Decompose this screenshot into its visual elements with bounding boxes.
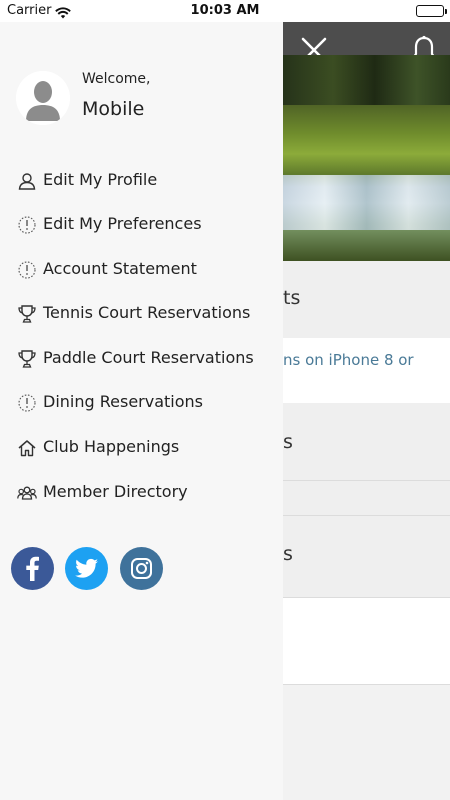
menu-item-club-happenings[interactable]: Club Happenings (0, 430, 283, 466)
person-silhouette-icon (16, 71, 70, 125)
row-text: ts (283, 287, 301, 309)
row-text: s (283, 431, 293, 453)
person-icon (17, 171, 37, 191)
menu-item-label: Tennis Court Reservations (43, 303, 251, 322)
menu-item-account-statement[interactable]: Account Statement (0, 252, 283, 288)
menu-item-label: Dining Reservations (43, 392, 203, 411)
background-row[interactable]: ns on iPhone 8 or (283, 338, 450, 403)
menu-item-label: Edit My Preferences (43, 214, 202, 233)
clock: 10:03 AM (190, 3, 260, 18)
info-icon (17, 260, 37, 280)
row-text: s (283, 543, 293, 565)
info-icon (17, 393, 37, 413)
menu-item-edit-my-preferences[interactable]: Edit My Preferences (0, 207, 283, 243)
welcome-text: Welcome, (82, 71, 151, 87)
twitter-icon (75, 558, 98, 578)
facebook-icon (26, 556, 39, 581)
menu-item-member-directory[interactable]: Member Directory (0, 475, 283, 511)
facebook-button[interactable] (11, 547, 54, 590)
group-icon (17, 483, 37, 503)
menu-item-paddle-court-reservations[interactable]: Paddle Court Reservations (0, 341, 283, 377)
background-row[interactable]: s (283, 516, 450, 597)
menu-item-dining-reservations[interactable]: Dining Reservations (0, 385, 283, 421)
hero-image (283, 55, 450, 261)
home-icon (17, 438, 37, 458)
instagram-button[interactable] (120, 547, 163, 590)
background-row (283, 481, 450, 516)
instagram-icon (131, 558, 152, 579)
avatar[interactable] (16, 71, 70, 125)
menu-item-label: Club Happenings (43, 437, 180, 456)
background-row[interactable]: ts (283, 261, 450, 338)
status-bar: Carrier 10:03 AM (0, 0, 450, 22)
trophy-icon (17, 349, 37, 369)
side-drawer: Welcome, Mobile Edit My Profile Edit My … (0, 22, 283, 800)
menu-item-label: Paddle Court Reservations (43, 348, 254, 367)
menu-item-label: Member Directory (43, 482, 188, 501)
background-row (283, 597, 450, 685)
menu-item-edit-my-profile[interactable]: Edit My Profile (0, 163, 283, 199)
twitter-button[interactable] (65, 547, 108, 590)
row-text: ns on iPhone 8 or (283, 351, 414, 369)
info-icon (17, 215, 37, 235)
menu-item-label: Edit My Profile (43, 170, 158, 189)
battery-icon (416, 5, 447, 17)
menu-item-tennis-court-reservations[interactable]: Tennis Court Reservations (0, 296, 283, 332)
menu-item-label: Account Statement (43, 259, 197, 278)
user-name: Mobile (82, 98, 145, 120)
trophy-icon (17, 304, 37, 324)
background-row[interactable]: s (283, 403, 450, 481)
